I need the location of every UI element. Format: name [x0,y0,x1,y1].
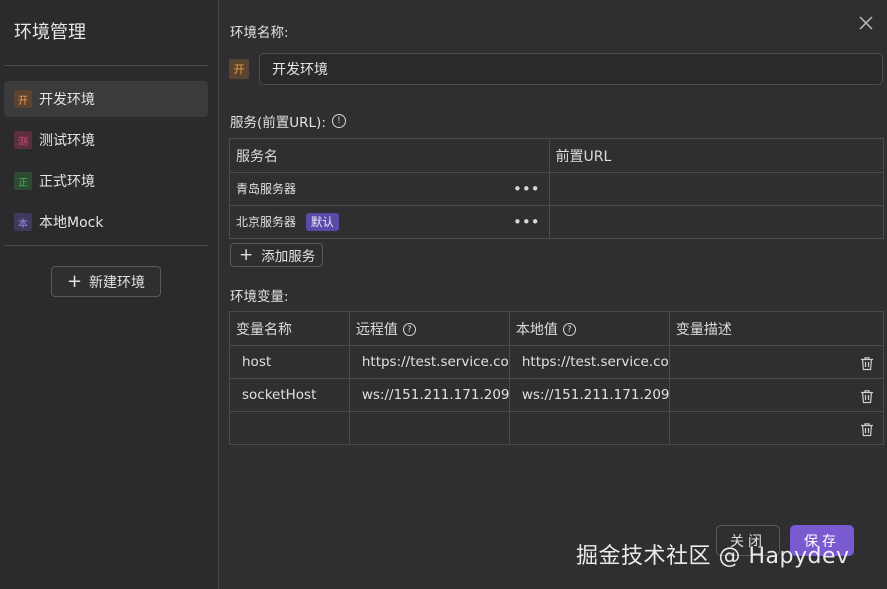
sidebar-divider-top [4,65,208,66]
var-name-cell[interactable] [229,411,350,445]
var-local-cell[interactable] [508,411,670,445]
var-desc-cell[interactable] [668,378,885,412]
table-row: 青岛服务器 ••• [229,172,885,206]
env-name-label-text: 环境名称: [230,25,289,41]
vars-header-remote-text: 远程值 [355,321,398,338]
sidebar-item-label: 本地Mock [39,215,104,231]
services-label-text: 服务(前置URL): [230,115,326,131]
sidebar-divider-bottom [4,245,208,246]
vars-label: 环境变量: [230,285,289,305]
env-badge-mock: 本 [14,213,32,231]
vars-label-text: 环境变量: [230,289,289,305]
add-service-label: 添加服务 [261,249,316,265]
sidebar-item-dev[interactable]: 开 开发环境 [4,81,208,117]
var-desc-cell[interactable] [668,345,885,379]
default-badge: 默认 [305,213,339,231]
plus-icon: + [66,270,83,292]
var-desc-cell[interactable] [668,411,885,445]
services-header-url: 前置URL [548,138,885,173]
services-header-name: 服务名 [229,138,550,173]
sidebar: 环境管理 开 开发环境 测 测试环境 正 正式环境 本 本地Mock + 新建环… [0,0,219,589]
table-row: 北京服务器 默认 ••• [229,205,885,239]
vars-header-name: 变量名称 [229,311,350,346]
add-service-button[interactable]: + 添加服务 [230,243,323,267]
env-name-value: 开发环境 [272,62,328,78]
var-remote-cell[interactable]: ws://151.211.171.209:8 [348,378,510,412]
table-row [229,411,885,445]
services-table: 服务名 前置URL 青岛服务器 ••• 北京服务器 默认 ••• [229,138,885,239]
var-local-cell[interactable]: ws://151.211.171.209:8 [508,378,670,412]
vars-header-remote: 远程值? [348,311,510,346]
service-name-cell[interactable]: 北京服务器 默认 ••• [229,205,550,239]
help-icon[interactable]: ? [562,323,576,336]
services-label: 服务(前置URL): ! [230,111,346,131]
vars-header-desc: 变量描述 [668,311,885,346]
watermark: 掘金技术社区 @ Hapydev [576,544,850,569]
trash-icon[interactable] [860,389,874,404]
trash-icon[interactable] [860,356,874,371]
sidebar-item-label: 正式环境 [39,174,95,190]
service-name-cell[interactable]: 青岛服务器 ••• [229,172,550,206]
help-icon[interactable]: ? [402,323,416,336]
close-icon[interactable] [857,14,875,32]
env-badge-dev: 开 [14,90,32,108]
env-badge-prod: 正 [14,172,32,190]
plus-icon: + [239,244,254,265]
more-icon[interactable]: ••• [513,180,540,198]
service-name: 青岛服务器 [236,182,297,196]
services-header-row: 服务名 前置URL [229,138,885,173]
env-name-input[interactable]: 开发环境 [259,53,883,85]
vars-header-local-text: 本地值 [515,321,558,338]
vars-header-local: 本地值? [508,311,670,346]
env-badge-test: 测 [14,131,32,149]
table-row: host https://test.service.co https://tes… [229,345,885,379]
sidebar-item-label: 开发环境 [39,92,95,108]
info-icon[interactable]: ! [331,114,346,128]
sidebar-item-label: 测试环境 [39,133,95,149]
service-name: 北京服务器 [236,215,297,229]
new-env-label: 新建环境 [89,274,146,291]
var-local-cell[interactable]: https://test.service.co [508,345,670,379]
service-url-cell[interactable] [548,172,885,206]
trash-icon[interactable] [860,422,874,437]
var-name-cell[interactable]: host [229,345,350,379]
sidebar-title: 环境管理 [14,22,86,43]
sidebar-item-mock[interactable]: 本 本地Mock [4,204,208,240]
sidebar-item-test[interactable]: 测 测试环境 [4,122,208,158]
var-remote-cell[interactable] [348,411,510,445]
vars-table: 变量名称 远程值? 本地值? 变量描述 host https://test.se… [229,311,885,445]
sidebar-item-prod[interactable]: 正 正式环境 [4,163,208,199]
vars-header-row: 变量名称 远程值? 本地值? 变量描述 [229,311,885,346]
service-url-cell[interactable] [548,205,885,239]
var-remote-cell[interactable]: https://test.service.co [348,345,510,379]
env-name-badge: 开 [229,59,249,79]
table-row: socketHost ws://151.211.171.209:8 ws://1… [229,378,885,412]
env-name-label: 环境名称: [230,21,289,41]
new-env-button[interactable]: + 新建环境 [51,266,161,297]
more-icon[interactable]: ••• [513,213,540,231]
var-name-cell[interactable]: socketHost [229,378,350,412]
